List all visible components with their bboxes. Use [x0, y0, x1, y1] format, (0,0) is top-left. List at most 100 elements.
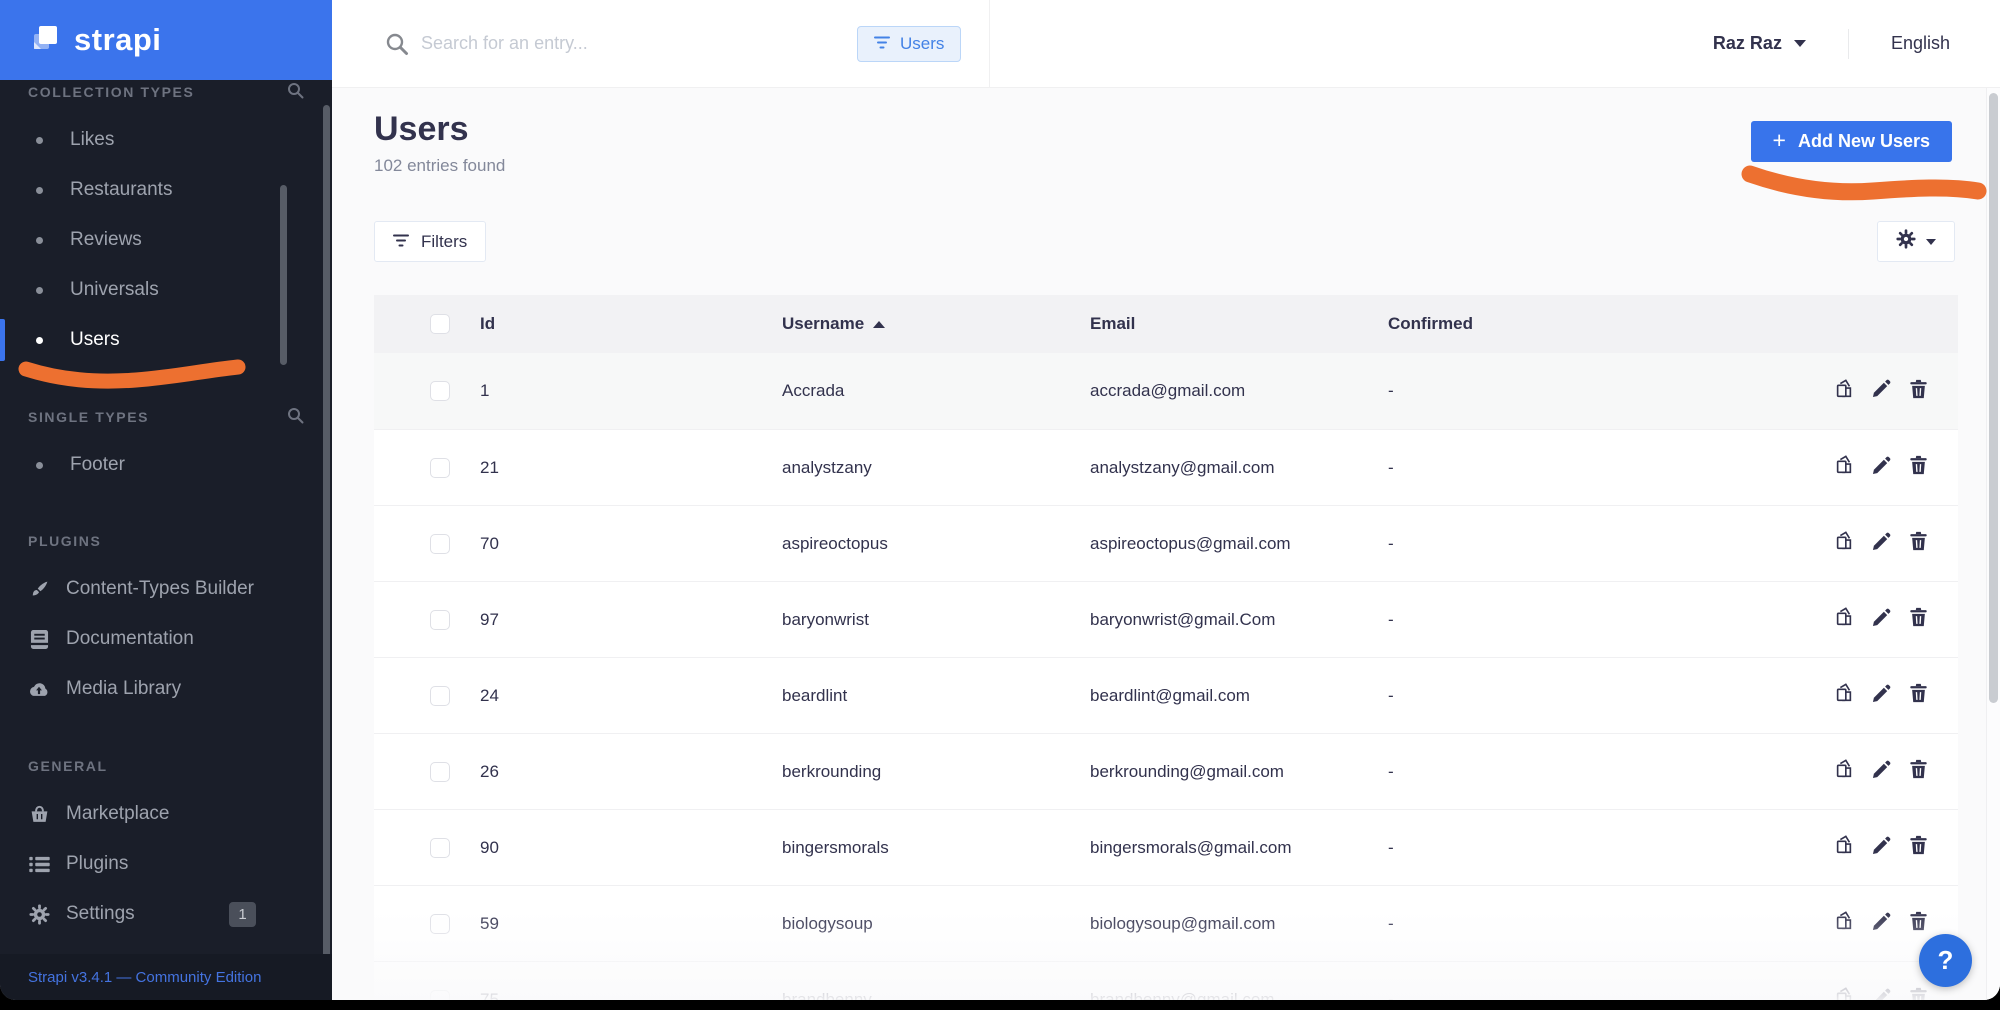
- sidebar-item-media-library[interactable]: Media Library: [0, 664, 332, 714]
- cell-confirmed: -: [1388, 685, 1394, 705]
- sidebar-item-likes[interactable]: Likes: [0, 115, 332, 165]
- trash-icon[interactable]: [1909, 379, 1928, 404]
- sidebar-item-settings[interactable]: Settings 1: [0, 889, 332, 939]
- column-header-email[interactable]: Email: [1090, 314, 1388, 334]
- basket-icon: [28, 804, 50, 824]
- trash-icon[interactable]: [1909, 683, 1928, 708]
- cell-username: aspireoctopus: [782, 533, 888, 553]
- table-row[interactable]: 75 brandbenny brandbenny@gmail.com -: [374, 961, 1958, 1000]
- cell-confirmed: -: [1388, 533, 1394, 553]
- topbar: Users Raz Raz English: [332, 0, 2000, 88]
- sidebar-item-marketplace[interactable]: Marketplace: [0, 789, 332, 839]
- main-scrollbar[interactable]: [1986, 88, 2000, 1000]
- table-row[interactable]: 24 beardlint beardlint@gmail.com -: [374, 657, 1958, 733]
- duplicate-icon[interactable]: [1834, 835, 1854, 860]
- cell-id: 70: [480, 533, 499, 553]
- search-scope-chip[interactable]: Users: [857, 25, 962, 62]
- cell-confirmed: -: [1388, 457, 1394, 477]
- cell-confirmed: -: [1388, 609, 1394, 629]
- table-row[interactable]: 1 Accrada accrada@gmail.com -: [374, 353, 1958, 429]
- search-input[interactable]: [421, 33, 857, 54]
- row-checkbox[interactable]: [430, 837, 450, 858]
- trash-icon[interactable]: [1909, 987, 1928, 1000]
- cell-username: Accrada: [782, 381, 845, 400]
- edit-pencil-icon[interactable]: [1872, 912, 1891, 936]
- table-row[interactable]: 97 baryonwrist baryonwrist@gmail.Com -: [374, 581, 1958, 657]
- filters-button[interactable]: Filters: [374, 221, 487, 262]
- cell-confirmed: -: [1388, 837, 1394, 857]
- duplicate-icon[interactable]: [1834, 759, 1854, 784]
- column-header-username[interactable]: Username: [782, 314, 1090, 334]
- row-checkbox[interactable]: [430, 685, 450, 706]
- row-checkbox[interactable]: [430, 913, 450, 934]
- sidebar-item-content-types-builder[interactable]: Content-Types Builder: [0, 564, 332, 614]
- row-checkbox[interactable]: [430, 381, 450, 401]
- trash-icon[interactable]: [1909, 759, 1928, 784]
- table-row[interactable]: 70 aspireoctopus aspireoctopus@gmail.com…: [374, 505, 1958, 581]
- general-header: GENERAL: [28, 758, 108, 774]
- cell-username: berkrounding: [782, 761, 882, 781]
- duplicate-icon[interactable]: [1834, 531, 1854, 556]
- help-button[interactable]: ?: [1919, 934, 1972, 987]
- search-icon[interactable]: [287, 82, 304, 102]
- edit-pencil-icon[interactable]: [1872, 836, 1891, 860]
- topbar-divider: [1847, 28, 1849, 59]
- gear-icon: [28, 903, 50, 925]
- bullet-icon: [36, 336, 43, 344]
- collection-types-header: COLLECTION TYPES: [0, 83, 332, 101]
- trash-icon[interactable]: [1909, 911, 1928, 936]
- user-menu[interactable]: Raz Raz: [1713, 33, 1806, 54]
- duplicate-icon[interactable]: [1834, 911, 1854, 936]
- table-settings-dropdown[interactable]: [1877, 221, 1955, 262]
- cell-id: 97: [480, 609, 499, 629]
- trash-icon[interactable]: [1909, 531, 1928, 556]
- edit-pencil-icon[interactable]: [1872, 456, 1891, 480]
- search-icon[interactable]: [287, 407, 304, 427]
- book-icon: [28, 629, 50, 650]
- duplicate-icon[interactable]: [1834, 987, 1854, 1000]
- duplicate-icon[interactable]: [1834, 607, 1854, 632]
- edit-pencil-icon[interactable]: [1872, 532, 1891, 556]
- edit-pencil-icon[interactable]: [1872, 608, 1891, 632]
- trash-icon[interactable]: [1909, 835, 1928, 860]
- add-new-users-button[interactable]: + Add New Users: [1750, 121, 1952, 162]
- table-row[interactable]: 59 biologysoup biologysoup@gmail.com -: [374, 885, 1958, 961]
- row-checkbox[interactable]: [430, 989, 450, 1000]
- edit-pencil-icon[interactable]: [1872, 760, 1891, 784]
- edit-pencil-icon[interactable]: [1872, 988, 1891, 1000]
- edit-pencil-icon[interactable]: [1872, 379, 1891, 403]
- duplicate-icon[interactable]: [1834, 683, 1854, 708]
- language-selector[interactable]: English: [1891, 33, 1950, 54]
- strapi-version-link[interactable]: Strapi v3.4.1 — Community Edition: [28, 969, 261, 986]
- duplicate-icon[interactable]: [1834, 455, 1854, 480]
- select-all-checkbox[interactable]: [430, 314, 450, 334]
- sidebar-item-footer[interactable]: Footer: [0, 440, 332, 490]
- table-row[interactable]: 26 berkrounding berkrounding@gmail.com -: [374, 733, 1958, 809]
- strapi-logo-bar[interactable]: strapi: [0, 0, 332, 80]
- cell-id: 1: [480, 381, 490, 400]
- sidebar: strapi COLLECTION TYPES Likes Restaurant…: [0, 0, 332, 1000]
- cell-id: 90: [480, 837, 499, 857]
- table-row[interactable]: 90 bingersmorals bingersmorals@gmail.com…: [374, 809, 1958, 885]
- scrollbar-thumb[interactable]: [1989, 93, 1998, 703]
- row-checkbox[interactable]: [430, 457, 450, 478]
- edit-pencil-icon[interactable]: [1872, 684, 1891, 708]
- entries-count: 102 entries found: [374, 156, 506, 175]
- row-checkbox[interactable]: [430, 761, 450, 782]
- trash-icon[interactable]: [1909, 607, 1928, 632]
- row-checkbox[interactable]: [430, 609, 450, 630]
- cell-id: 24: [480, 685, 499, 705]
- sidebar-item-plugins[interactable]: Plugins: [0, 839, 332, 889]
- sidebar-item-documentation[interactable]: Documentation: [0, 614, 332, 664]
- table-row[interactable]: 21 analystzany analystzany@gmail.com -: [374, 429, 1958, 505]
- column-header-id[interactable]: Id: [480, 314, 782, 334]
- row-checkbox[interactable]: [430, 533, 450, 554]
- collection-list-scrollbar[interactable]: [280, 185, 287, 365]
- cell-id: 75: [480, 989, 499, 1001]
- cell-email: brandbenny@gmail.com: [1090, 989, 1275, 1001]
- bullet-icon: [36, 186, 43, 194]
- column-header-confirmed[interactable]: Confirmed: [1388, 314, 1828, 334]
- sidebar-scrollbar[interactable]: [323, 105, 330, 965]
- trash-icon[interactable]: [1909, 455, 1928, 480]
- duplicate-icon[interactable]: [1834, 378, 1854, 404]
